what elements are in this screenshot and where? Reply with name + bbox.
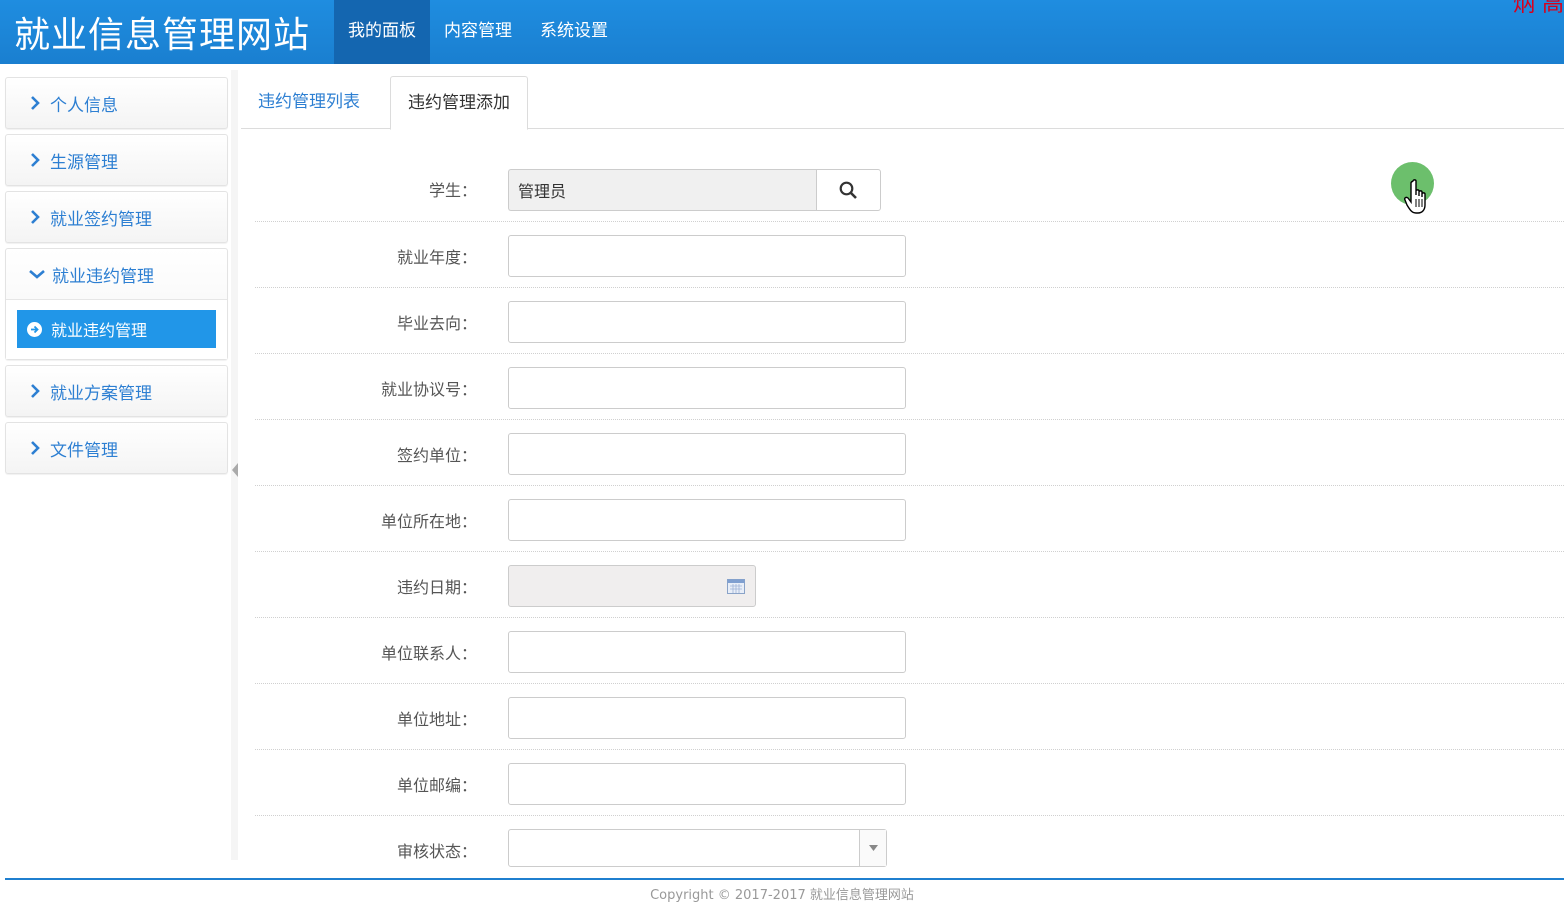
form-row-postcode: 单位邮编： — [255, 750, 1564, 816]
top-nav: 我的面板 内容管理 系统设置 — [334, 0, 622, 64]
date-input[interactable] — [508, 565, 756, 607]
sidebar-subitem-breach-management[interactable]: 就业违约管理 — [17, 310, 216, 348]
date-label: 违约日期： — [396, 578, 477, 597]
sidebar-item-label: 就业方案管理 — [50, 383, 152, 404]
unit-input[interactable] — [508, 433, 906, 475]
postcode-label: 单位邮编： — [396, 776, 477, 795]
top-header: 就业信息管理网站 我的面板 内容管理 系统设置 炳 高 — [0, 0, 1564, 64]
sidebar-item-label: 文件管理 — [50, 440, 118, 461]
form-row-year: 就业年度： — [255, 222, 1564, 288]
form-row-status: 审核状态： — [255, 816, 1564, 882]
sidebar-item-contract[interactable]: 就业签约管理 — [6, 192, 227, 242]
caret-down-icon — [868, 845, 878, 851]
sidebar-group-student-source: 生源管理 — [5, 134, 228, 186]
address-label: 单位地址： — [396, 710, 477, 729]
sidebar-group-files: 文件管理 — [5, 422, 228, 474]
chevron-right-icon — [26, 210, 44, 224]
content-tabs: 违约管理列表 违约管理添加 — [241, 76, 1564, 130]
nav-my-panel[interactable]: 我的面板 — [334, 0, 430, 64]
sidebar-collapse-handle[interactable] — [232, 462, 238, 477]
sidebar-item-plan[interactable]: 就业方案管理 — [6, 366, 227, 416]
student-search-group — [508, 169, 881, 211]
form-row-agreement: 就业协议号： — [255, 354, 1564, 420]
footer-copyright: Copyright © 2017-2017 就业信息管理网站 — [650, 888, 914, 903]
agreement-input[interactable] — [508, 367, 906, 409]
sidebar-item-personal-info[interactable]: 个人信息 — [6, 78, 227, 128]
destination-label: 毕业去向： — [396, 314, 477, 333]
calendar-icon[interactable] — [727, 578, 745, 594]
breach-add-form: 学生： 就业年度： 毕业去向： 就业协议号： 签约单位： 单位所在地： 违约日期… — [255, 156, 1564, 882]
form-row-student: 学生： — [255, 156, 1564, 222]
hand-pointer-icon — [1404, 179, 1426, 214]
footer-divider — [5, 878, 1564, 880]
sidebar-group-plan: 就业方案管理 — [5, 365, 228, 417]
arrow-circle-right-icon — [27, 321, 42, 337]
chevron-down-icon — [28, 269, 46, 279]
chevron-right-icon — [26, 384, 44, 398]
year-input[interactable] — [508, 235, 906, 277]
sidebar-item-label: 就业签约管理 — [50, 209, 152, 230]
sidebar-submenu-breach: 就业违约管理 — [6, 299, 227, 359]
sidebar-item-label: 个人信息 — [50, 95, 118, 116]
status-select[interactable] — [508, 829, 887, 867]
agreement-label: 就业协议号： — [380, 380, 477, 399]
postcode-input[interactable] — [508, 763, 906, 805]
contact-input[interactable] — [508, 631, 906, 673]
sidebar-subitem-label: 就业违约管理 — [51, 321, 148, 340]
search-icon — [839, 181, 857, 199]
location-label: 单位所在地： — [380, 512, 477, 531]
form-row-address: 单位地址： — [255, 684, 1564, 750]
unit-label: 签约单位： — [396, 446, 477, 465]
form-row-unit: 签约单位： — [255, 420, 1564, 486]
sidebar-item-student-source[interactable]: 生源管理 — [6, 135, 227, 185]
tab-breach-add[interactable]: 违约管理添加 — [390, 76, 528, 130]
sidebar-group-personal-info: 个人信息 — [5, 77, 228, 129]
year-label: 就业年度： — [396, 248, 477, 267]
sidebar: 个人信息 生源管理 就业签约管理 就业违约管理 就业违约管理 就业方案管理 文件… — [5, 77, 228, 479]
nav-content-management[interactable]: 内容管理 — [430, 0, 526, 64]
chevron-right-icon — [26, 96, 44, 110]
address-input[interactable] — [508, 697, 906, 739]
select-arrow[interactable] — [859, 830, 886, 866]
form-row-location: 单位所在地： — [255, 486, 1564, 552]
site-title: 就业信息管理网站 — [14, 15, 311, 56]
sidebar-item-breach[interactable]: 就业违约管理 — [6, 249, 227, 299]
sidebar-item-label: 就业违约管理 — [52, 266, 154, 287]
chevron-right-icon — [26, 441, 44, 455]
chevron-right-icon — [26, 153, 44, 167]
form-row-destination: 毕业去向： — [255, 288, 1564, 354]
contact-label: 单位联系人： — [380, 644, 477, 663]
sidebar-item-files[interactable]: 文件管理 — [6, 423, 227, 473]
student-label: 学生： — [428, 181, 477, 200]
student-input[interactable] — [508, 169, 816, 211]
sidebar-group-breach: 就业违约管理 就业违约管理 — [5, 248, 228, 360]
tab-breach-list[interactable]: 违约管理列表 — [241, 76, 377, 130]
sidebar-item-label: 生源管理 — [50, 152, 118, 173]
destination-input[interactable] — [508, 301, 906, 343]
form-row-contact: 单位联系人： — [255, 618, 1564, 684]
nav-system-settings[interactable]: 系统设置 — [526, 0, 622, 64]
student-search-button[interactable] — [816, 169, 881, 211]
corner-text: 炳 高 — [1513, 0, 1564, 17]
sidebar-group-contract: 就业签约管理 — [5, 191, 228, 243]
status-label: 审核状态： — [396, 842, 477, 861]
form-row-date: 违约日期： — [255, 552, 1564, 618]
location-input[interactable] — [508, 499, 906, 541]
